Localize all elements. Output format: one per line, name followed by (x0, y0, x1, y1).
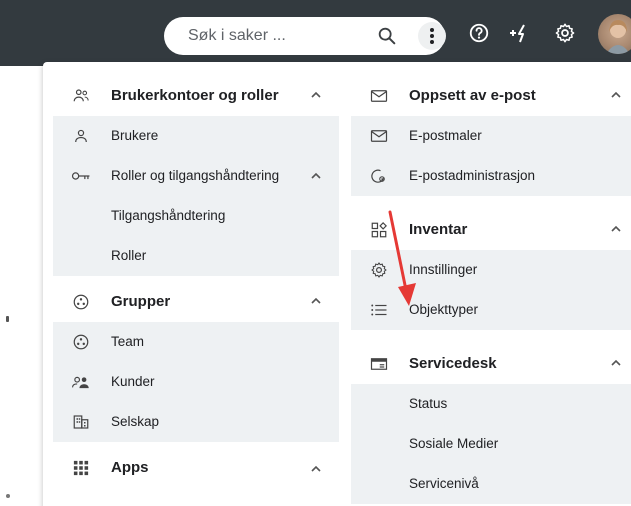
section-title: Brukerkontoer og roller (111, 87, 279, 104)
menu-item-label: Team (111, 334, 145, 349)
menu-item-label: Servicenivå (409, 476, 479, 491)
section-title: Servicedesk (409, 355, 497, 372)
building-icon (71, 412, 91, 432)
section-title: Grupper (111, 293, 171, 310)
settings-button[interactable] (552, 20, 578, 46)
menu-item-label: Selskap (111, 414, 160, 429)
admin-menu-right-column: Oppsett av e-post E-postmaler E-postadmi… (351, 76, 631, 504)
section-title: Apps (111, 459, 149, 476)
mail-icon (369, 126, 389, 146)
menu-item-sosiale-medier[interactable]: Sosiale Medier (351, 424, 631, 464)
users-icon (71, 86, 91, 106)
section-header-brukerkontoer[interactable]: Brukerkontoer og roller (53, 76, 339, 116)
submenu-servicedesk: Status Sosiale Medier Servicenivå (351, 384, 631, 504)
menu-item-roller-og-tilgang[interactable]: Roller og tilgangshåndtering (53, 156, 339, 196)
menu-item-label: E-postadministrasjon (409, 168, 536, 183)
section-header-inventar[interactable]: Inventar (351, 210, 631, 250)
page-background (0, 66, 43, 506)
section-header-servicedesk[interactable]: Servicedesk (351, 344, 631, 384)
user-icon (71, 126, 91, 146)
menu-item-epostmaler[interactable]: E-postmaler (351, 116, 631, 156)
menu-item-label: Roller (111, 248, 147, 263)
menu-item-label: Roller og tilgangshåndtering (111, 168, 280, 183)
section-header-oppsett-epost[interactable]: Oppsett av e-post (351, 76, 631, 116)
menu-item-objekttyper[interactable]: Objekttyper (351, 290, 631, 330)
chevron-up-icon[interactable] (609, 88, 623, 102)
menu-item-serviceniva[interactable]: Servicenivå (351, 464, 631, 504)
gear-icon (369, 260, 389, 280)
apps-grid-icon (71, 458, 91, 478)
menu-item-kunder[interactable]: Kunder (53, 362, 339, 402)
section-title: Oppsett av e-post (409, 87, 536, 104)
menu-item-label: Status (409, 396, 448, 411)
section-header-apps[interactable]: Apps (53, 448, 339, 488)
menu-item-epostadministrasjon[interactable]: E-postadministrasjon (351, 156, 631, 196)
mail-settings-icon (369, 166, 389, 186)
settings-gear-icon (555, 23, 575, 43)
menu-item-brukere[interactable]: Brukere (53, 116, 339, 156)
section-header-grupper[interactable]: Grupper (53, 282, 339, 322)
menu-item-innstillinger[interactable]: Innstillinger (351, 250, 631, 290)
quick-create-button[interactable] (506, 20, 532, 46)
menu-item-label: Sosiale Medier (409, 436, 499, 451)
quick-create-icon (510, 24, 525, 43)
help-icon (469, 23, 489, 43)
chevron-up-icon[interactable] (309, 88, 323, 102)
search-input[interactable]: Søk i saker ... (164, 17, 446, 55)
section-title: Inventar (409, 221, 468, 238)
submenu-inventar: Innstillinger Objekttyper (351, 250, 631, 330)
top-bar: Søk i saker ... (0, 0, 631, 66)
menu-item-tilgangshandtering[interactable]: Tilgangshåndtering (53, 196, 339, 236)
admin-menu-left-column: Brukerkontoer og roller Brukere Roller o… (53, 76, 339, 488)
menu-item-label: Brukere (111, 128, 159, 143)
page-fragment-dot (6, 494, 10, 498)
menu-item-label: Objekttyper (409, 302, 479, 317)
mail-icon (369, 86, 389, 106)
customers-icon (71, 372, 91, 392)
menu-item-label: Tilgangshåndtering (111, 208, 226, 223)
chevron-up-icon[interactable] (609, 356, 623, 370)
avatar-photo-icon (606, 20, 630, 54)
menu-item-label: Kunder (111, 374, 155, 389)
key-icon (71, 166, 91, 186)
list-icon (369, 300, 389, 320)
submenu-grupper: Team Kunder Selskap (53, 322, 339, 442)
chevron-up-icon[interactable] (309, 462, 323, 476)
menu-item-label: E-postmaler (409, 128, 482, 143)
search-icon[interactable] (376, 25, 398, 47)
servicedesk-icon (369, 354, 389, 374)
more-options-button[interactable] (418, 22, 446, 50)
menu-item-roller[interactable]: Roller (53, 236, 339, 276)
user-avatar[interactable] (598, 14, 631, 54)
submenu-oppsett-epost: E-postmaler E-postadministrasjon (351, 116, 631, 196)
menu-item-status[interactable]: Status (351, 384, 631, 424)
menu-item-selskap[interactable]: Selskap (53, 402, 339, 442)
menu-item-label: Innstillinger (409, 262, 478, 277)
more-vert-icon (430, 28, 434, 44)
chevron-up-icon[interactable] (609, 222, 623, 236)
menu-item-team[interactable]: Team (53, 322, 339, 362)
search-placeholder: Søk i saker ... (188, 27, 286, 44)
group-circle-icon (71, 332, 91, 352)
submenu-brukerkontoer: Brukere Roller og tilgangshåndtering Til… (53, 116, 339, 276)
help-button[interactable] (466, 20, 492, 46)
chevron-up-icon[interactable] (309, 169, 323, 183)
page-fragment (6, 316, 9, 322)
group-circle-icon (71, 292, 91, 312)
chevron-up-icon[interactable] (309, 294, 323, 308)
inventory-icon (369, 220, 389, 240)
